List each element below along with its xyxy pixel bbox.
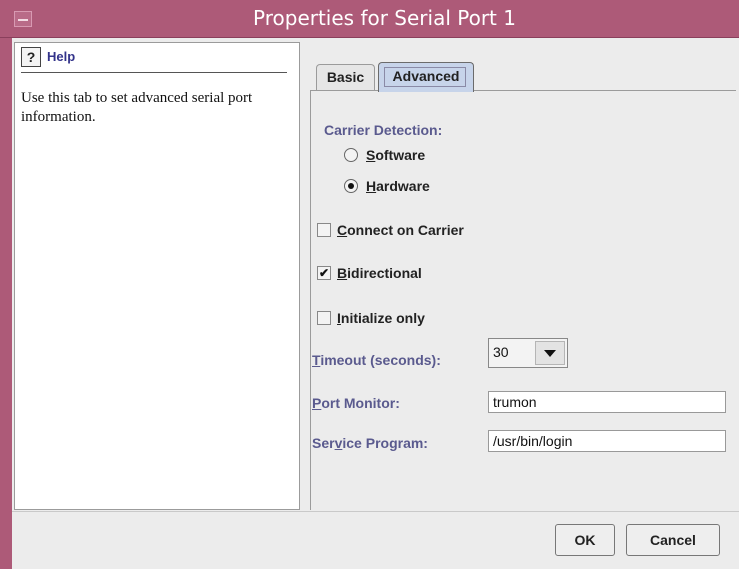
port-monitor-label: Port Monitor:: [312, 395, 400, 411]
service-program-field[interactable]: /usr/bin/login: [488, 430, 726, 452]
help-header: ? Help: [21, 47, 287, 73]
checkbox-connect-on-carrier-label: Connect on Carrier: [337, 222, 464, 238]
checkbox-connect-on-carrier-box[interactable]: [317, 223, 331, 237]
checkbox-bidirectional-label: Bidirectional: [337, 265, 422, 281]
port-monitor-field[interactable]: trumon: [488, 391, 726, 413]
window-border: [0, 38, 12, 569]
checkbox-bidirectional[interactable]: ✔ Bidirectional: [317, 263, 422, 283]
checkbox-initialize-only-box[interactable]: [317, 311, 331, 325]
service-program-label: Service Program:: [312, 435, 428, 451]
checkbox-bidirectional-box[interactable]: ✔: [317, 266, 331, 280]
checkbox-initialize-only[interactable]: Initialize only: [317, 308, 425, 328]
chevron-down-icon[interactable]: [535, 341, 565, 365]
radio-hardware-label: Hardware: [366, 178, 430, 194]
window-title: Properties for Serial Port 1: [253, 6, 516, 30]
tab-basic[interactable]: Basic: [316, 64, 375, 90]
title-bar[interactable]: Properties for Serial Port 1: [0, 0, 739, 38]
properties-dialog: Properties for Serial Port 1 ? Help Use …: [0, 0, 739, 569]
tab-advanced-label: Advanced: [392, 68, 460, 84]
timeout-value: 30: [493, 344, 509, 360]
radio-software-label: Software: [366, 147, 426, 163]
timeout-combobox[interactable]: 30: [488, 338, 568, 368]
radio-software[interactable]: Software: [344, 145, 425, 165]
timeout-label: Timeout (seconds):: [312, 352, 441, 368]
help-pane: ? Help Use this tab to set advanced seri…: [14, 42, 300, 510]
button-bar: OK Cancel: [12, 511, 739, 569]
help-text: Use this tab to set advanced serial port…: [21, 90, 253, 125]
ok-button[interactable]: OK: [555, 524, 615, 556]
checkbox-connect-on-carrier[interactable]: Connect on Carrier: [317, 220, 464, 240]
radio-hardware[interactable]: Hardware: [344, 176, 430, 196]
radio-software-control[interactable]: [344, 148, 358, 162]
help-question-icon: ?: [21, 47, 41, 67]
carrier-detection-label: Carrier Detection:: [324, 122, 443, 138]
cancel-button[interactable]: Cancel: [626, 524, 720, 556]
window-menu-icon[interactable]: [14, 11, 32, 27]
dialog-content: ? Help Use this tab to set advanced seri…: [12, 38, 739, 569]
help-label: Help: [47, 49, 76, 64]
tab-advanced[interactable]: Advanced: [378, 62, 474, 92]
radio-hardware-control[interactable]: [344, 179, 358, 193]
checkbox-initialize-only-label: Initialize only: [337, 310, 425, 326]
